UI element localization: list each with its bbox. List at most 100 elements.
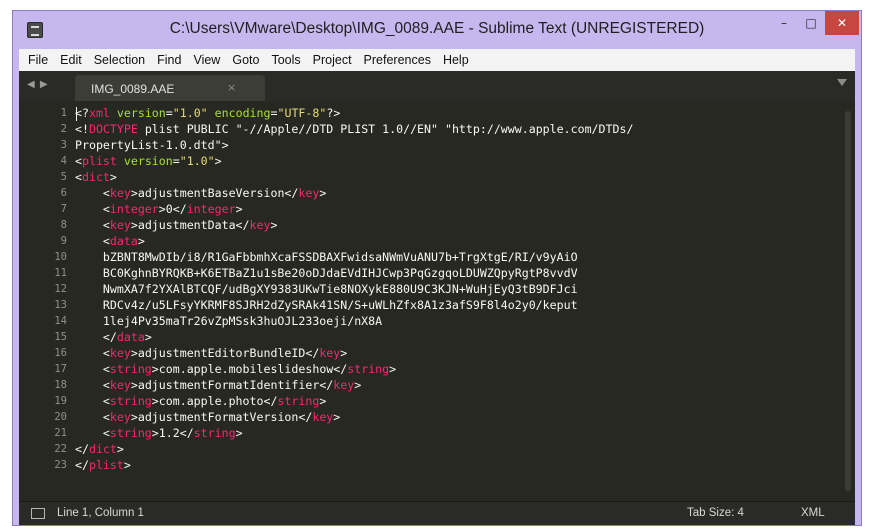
line-number: 13 (54, 299, 67, 311)
code-token: string (347, 362, 390, 376)
tab-bar: ◀ ▶ IMG_0089.AAE × (19, 71, 855, 101)
code-token: > (270, 218, 278, 232)
code-line[interactable]: <plist version="1.0"> (75, 153, 222, 169)
code-line[interactable]: bZBNT8MwDIb/i8/R1GaFbbmhXcaFSSDBAXFwidsa… (75, 249, 578, 265)
code-token: key (298, 186, 320, 200)
code-token: string (109, 426, 152, 440)
tab-close-icon[interactable]: × (227, 81, 236, 94)
code-line[interactable]: <data> (75, 233, 145, 249)
code-token: key (109, 346, 131, 360)
code-token: key (312, 410, 334, 424)
menu-project[interactable]: Project (307, 49, 358, 71)
menu-file[interactable]: File (22, 49, 54, 71)
code-line[interactable]: <key>adjustmentEditorBundleID</key> (75, 345, 347, 361)
tab-list-dropdown-icon[interactable] (837, 79, 847, 86)
code-editor[interactable]: 1 2 3 4 5 6 7 8 9 10 11 12 13 14 15 16 17 18 19 20 21 22 23 <?… (19, 101, 855, 501)
vertical-scrollbar[interactable] (845, 111, 851, 491)
code-line[interactable]: </plist> (75, 457, 131, 473)
line-number: 1 (60, 107, 67, 119)
code-line[interactable]: BC0KghnBYRQKB+K6ETBaZ1u1sBe20oDJdaEVdIHJ… (75, 265, 578, 281)
code-token: < (75, 154, 82, 168)
code-token: <? (75, 106, 89, 120)
title-bar[interactable]: C:\Users\VMware\Desktop\IMG_0089.AAE - S… (13, 11, 861, 49)
code-line[interactable]: <string>com.apple.photo</string> (75, 393, 326, 409)
menu-preferences[interactable]: Preferences (358, 49, 437, 71)
code-line[interactable]: <key>adjustmentBaseVersion</key> (75, 185, 326, 201)
code-line[interactable]: PropertyList-1.0.dtd"> (75, 137, 229, 153)
line-number: 20 (54, 411, 67, 423)
code-token: >adjustmentFormatVersion</ (130, 410, 313, 424)
code-token: PropertyList-1.0.dtd"> (75, 138, 229, 152)
code-line[interactable]: </dict> (75, 441, 124, 457)
line-number: 19 (54, 395, 67, 407)
code-token: > (137, 234, 145, 248)
code-line[interactable]: <integer>0</integer> (75, 201, 243, 217)
code-token: 1lej4Pv35maTr26vZpMSsk3huOJL233oeji/nX8A (75, 314, 383, 328)
code-token: < (75, 410, 110, 424)
panel-toggle-icon[interactable] (31, 508, 45, 519)
code-token: </ (75, 442, 89, 456)
code-token: integer (109, 202, 159, 216)
tab-nav-arrows-icon[interactable]: ◀ ▶ (27, 79, 49, 90)
code-token: < (75, 346, 110, 360)
code-token: ?> (326, 106, 341, 120)
status-bar: Line 1, Column 1 Tab Size: 4 XML (19, 501, 855, 525)
code-line[interactable]: <key>adjustmentFormatVersion</key> (75, 409, 340, 425)
code-token: > (354, 378, 362, 392)
line-number: 15 (54, 331, 67, 343)
code-token: >0</ (158, 202, 187, 216)
code-token: <! (75, 122, 89, 136)
code-token: RDCv4z/u5LFsyYKRMF8SJRH2dZySRAk41SN/S+uW… (75, 298, 578, 312)
tab-img-0089-aae[interactable]: IMG_0089.AAE × (75, 75, 265, 101)
maximize-button[interactable]: □ (798, 11, 824, 35)
code-token: < (75, 426, 110, 440)
code-area[interactable]: <?xml version="1.0" encoding="UTF-8"?> <!… (75, 101, 835, 501)
code-line[interactable]: <string>com.apple.mobileslideshow</strin… (75, 361, 396, 377)
close-button[interactable]: ✕ (825, 11, 859, 35)
code-token: >adjustmentFormatIdentifier</ (130, 378, 334, 392)
line-number: 5 (60, 171, 67, 183)
menu-edit[interactable]: Edit (54, 49, 88, 71)
code-token: > (319, 186, 327, 200)
menu-tools[interactable]: Tools (265, 49, 306, 71)
code-line[interactable]: NwmXA7f2YXAlBTCQF/udBgXY9383UKwTie8NOXyk… (75, 281, 578, 297)
menu-view[interactable]: View (187, 49, 226, 71)
window-title: C:\Users\VMware\Desktop\IMG_0089.AAE - S… (169, 20, 705, 37)
code-line[interactable]: </data> (75, 329, 152, 345)
tab-size-selector[interactable]: Tab Size: 4 (687, 507, 744, 519)
minimize-button[interactable]: – (771, 11, 797, 35)
code-line[interactable]: RDCv4z/u5LFsyYKRMF8SJRH2dZySRAk41SN/S+uW… (75, 297, 578, 313)
code-line[interactable]: <?xml version="1.0" encoding="UTF-8"?> (75, 105, 340, 121)
menu-selection[interactable]: Selection (88, 49, 151, 71)
menu-find[interactable]: Find (151, 49, 187, 71)
line-number: 10 (54, 251, 67, 263)
code-token: > (123, 458, 131, 472)
code-line[interactable]: 1lej4Pv35maTr26vZpMSsk3huOJL233oeji/nX8A (75, 313, 382, 329)
code-token: < (75, 186, 110, 200)
line-number: 21 (54, 427, 67, 439)
code-line[interactable]: <key>adjustmentData</key> (75, 217, 278, 233)
code-token: data (109, 234, 138, 248)
code-token: "UTF-8" (277, 106, 327, 120)
code-token: > (214, 154, 222, 168)
code-token: > (319, 394, 327, 408)
code-token: dict (81, 170, 110, 184)
menu-goto[interactable]: Goto (226, 49, 265, 71)
line-number: 9 (60, 235, 67, 247)
code-token: string (277, 394, 320, 408)
menu-help[interactable]: Help (437, 49, 475, 71)
code-token: string (109, 362, 152, 376)
code-token: >adjustmentEditorBundleID</ (130, 346, 320, 360)
code-token: integer (186, 202, 236, 216)
code-token: bZBNT8MwDIb/i8/R1GaFbbmhXcaFSSDBAXFwidsa… (75, 250, 578, 264)
tab-label: IMG_0089.AAE (91, 82, 175, 96)
code-token: key (109, 378, 131, 392)
line-number: 17 (54, 363, 67, 375)
code-line[interactable]: <!DOCTYPE plist PUBLIC "-//Apple//DTD PL… (75, 121, 633, 137)
code-line[interactable]: <dict> (75, 169, 117, 185)
code-token: > (144, 330, 152, 344)
syntax-selector[interactable]: XML (801, 507, 825, 519)
code-line[interactable]: <string>1.2</string> (75, 425, 243, 441)
code-line[interactable]: <key>adjustmentFormatIdentifier</key> (75, 377, 361, 393)
